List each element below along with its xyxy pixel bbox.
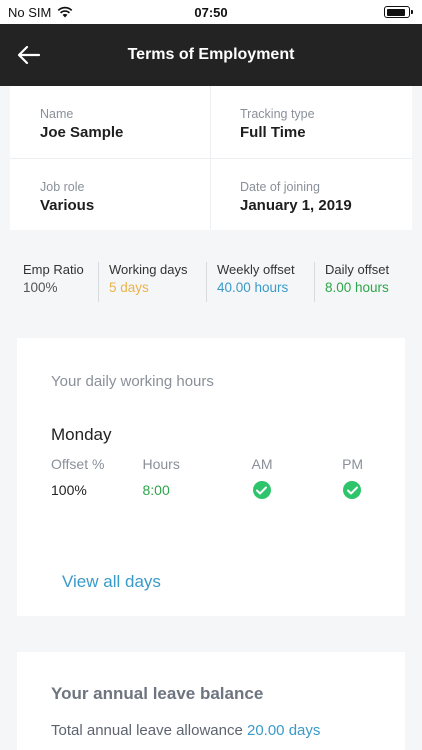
annual-leave-card: Your annual leave balance Total annual l… bbox=[17, 652, 405, 750]
leave-allowance: Total annual leave allowance 20.00 days bbox=[51, 722, 405, 739]
hours-table-header: Offset % Hours AM PM bbox=[51, 456, 381, 472]
stat-weekly-offset: Weekly offset 40.00 hours bbox=[206, 262, 314, 302]
role-value: Various bbox=[40, 197, 95, 214]
check-circle-icon bbox=[252, 481, 271, 499]
header-pm: PM bbox=[342, 456, 364, 472]
employee-info-grid: Name Joe Sample Tracking type Full Time … bbox=[10, 86, 412, 230]
allowance-unit: days bbox=[288, 722, 321, 739]
battery-level bbox=[386, 8, 406, 16]
header-hours: Hours bbox=[142, 456, 180, 472]
stat-emp-ratio: Emp Ratio 100% bbox=[0, 262, 98, 302]
daily-hours-heading: Your daily working hours bbox=[51, 373, 214, 390]
nav-bar: Terms of Employment bbox=[0, 24, 422, 86]
carrier-label: No SIM bbox=[8, 4, 52, 20]
stat-value: 100% bbox=[23, 280, 58, 295]
role-cell: Job role Various bbox=[10, 159, 210, 230]
name-cell: Name Joe Sample bbox=[10, 86, 210, 158]
stat-value: 5 days bbox=[109, 280, 149, 295]
day-name: Monday bbox=[51, 425, 112, 444]
back-button[interactable] bbox=[12, 38, 46, 72]
joining-label: Date of joining bbox=[240, 180, 320, 194]
stat-working-days: Working days 5 days bbox=[98, 262, 206, 302]
check-circle-icon bbox=[343, 481, 362, 499]
stat-daily-offset: Daily offset 8.00 hours bbox=[314, 262, 389, 302]
stat-label: Working days bbox=[109, 262, 188, 277]
name-value: Joe Sample bbox=[40, 124, 124, 141]
status-bar: No SIM 07:50 bbox=[0, 0, 422, 24]
tracking-cell: Tracking type Full Time bbox=[211, 86, 412, 158]
table-row: 100% 8:00 bbox=[51, 481, 381, 499]
status-left: No SIM bbox=[8, 5, 73, 20]
battery-icon bbox=[384, 6, 413, 18]
am-cell bbox=[252, 481, 343, 499]
daily-hours-card: Your daily working hours Monday Offset %… bbox=[17, 338, 405, 616]
offset-value: 100% bbox=[51, 482, 87, 498]
allowance-value: 20.00 bbox=[246, 722, 285, 739]
stat-label: Weekly offset bbox=[217, 262, 295, 277]
stats-row: Emp Ratio 100% Working days 5 days Weekl… bbox=[0, 262, 422, 302]
view-all-days-link[interactable]: View all days bbox=[62, 572, 161, 592]
header-am: AM bbox=[251, 456, 273, 472]
pm-cell bbox=[342, 481, 381, 499]
stat-value: 40.00 hours bbox=[217, 280, 289, 295]
tracking-label: Tracking type bbox=[240, 107, 315, 121]
role-label: Job role bbox=[40, 180, 85, 194]
arrow-left-icon bbox=[17, 45, 41, 65]
wifi-icon bbox=[58, 6, 73, 18]
tracking-value: Full Time bbox=[240, 124, 306, 141]
hours-value: 8:00 bbox=[142, 482, 170, 498]
joining-value: January 1, 2019 bbox=[240, 197, 352, 214]
allowance-label: Total annual leave allowance bbox=[51, 722, 243, 739]
hours-table: Offset % Hours AM PM 100% 8:00 bbox=[51, 456, 381, 499]
stat-label: Daily offset bbox=[325, 262, 390, 277]
header-offset: Offset % bbox=[51, 456, 105, 472]
stat-value: 8.00 hours bbox=[325, 280, 389, 295]
page-title: Terms of Employment bbox=[127, 46, 295, 63]
leave-heading: Your annual leave balance bbox=[51, 684, 264, 703]
name-label: Name bbox=[40, 107, 74, 121]
joining-cell: Date of joining January 1, 2019 bbox=[211, 159, 412, 230]
stat-label: Emp Ratio bbox=[23, 262, 84, 277]
